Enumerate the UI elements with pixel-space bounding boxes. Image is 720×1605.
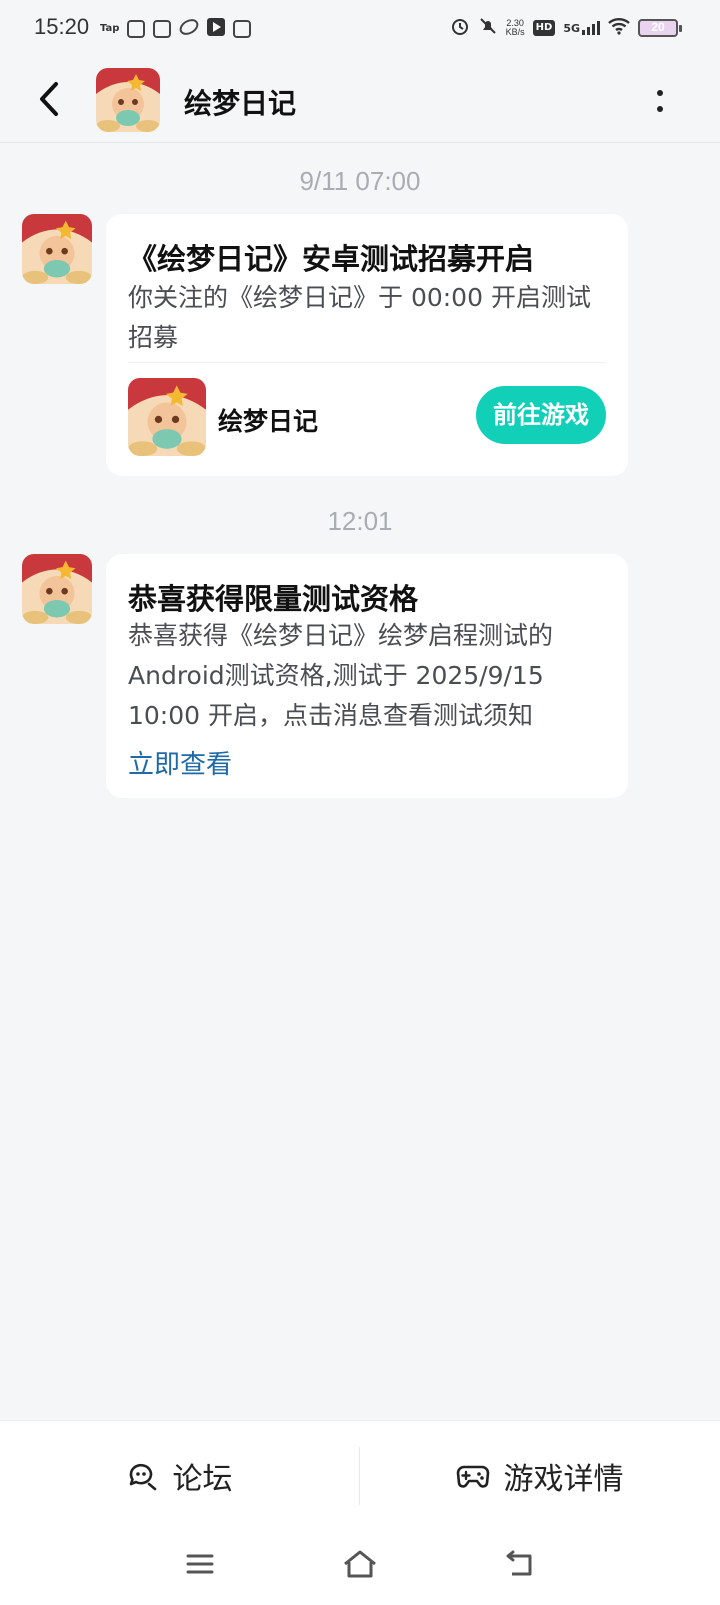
menu-icon — [186, 1554, 214, 1574]
network-speed: 2.30 KB/s — [505, 18, 525, 37]
status-bar: 15:20 Tap 2.30 KB/s HD 5G 20 — [0, 0, 720, 56]
message-card[interactable]: 《绘梦日记》安卓测试招募开启 你关注的《绘梦日记》于 00:00 开启测试招募 … — [106, 214, 628, 476]
game-avatar[interactable] — [96, 68, 160, 132]
game-icon[interactable] — [128, 378, 206, 456]
status-time: 15:20 — [34, 14, 90, 39]
grid-app-icon — [127, 20, 146, 38]
battery-icon: 20 — [638, 19, 682, 37]
back-nav-button[interactable] — [495, 1544, 545, 1584]
tab-forum[interactable]: 论坛 — [0, 1421, 359, 1531]
game-name: 绘梦日记 — [218, 407, 319, 436]
gamepad-icon — [456, 1465, 489, 1488]
wifi-icon — [608, 17, 630, 39]
message-title: 《绘梦日记》安卓测试招募开启 — [128, 242, 535, 276]
message-body: 恭喜获得《绘梦日记》绘梦启程测试的Android测试资格,测试于 2025/9/… — [128, 621, 554, 730]
more-vertical-icon — [657, 90, 663, 112]
message-body: 你关注的《绘梦日记》于 00:00 开启测试招募 — [128, 283, 591, 352]
inbox-icon — [153, 20, 172, 38]
message-title: 恭喜获得限量测试资格 — [128, 582, 419, 616]
bottom-tabbar: 论坛 游戏详情 — [0, 1420, 720, 1531]
forum-chat-icon — [129, 1463, 156, 1491]
system-icons: 2.30 KB/s HD 5G 20 — [450, 16, 682, 40]
notification-icons: Tap — [100, 18, 252, 40]
network-type: 5G — [563, 22, 580, 35]
tab-game-details[interactable]: 游戏详情 — [360, 1421, 719, 1531]
message-timestamp: 9/11 07:00 — [299, 166, 421, 196]
back-button[interactable] — [28, 76, 74, 122]
leaf-icon — [179, 18, 199, 40]
tap-icon: Tap — [100, 23, 120, 34]
tab-forum-label: 论坛 — [172, 1462, 233, 1497]
card-divider — [128, 362, 606, 363]
vivo-icon — [233, 20, 252, 38]
hd-icon: HD — [532, 20, 556, 36]
sender-avatar[interactable] — [22, 554, 92, 624]
mute-icon — [478, 16, 498, 40]
chat-header: 绘梦日记 — [0, 56, 720, 143]
chevron-left-icon — [40, 82, 58, 116]
alarm-icon — [450, 16, 470, 40]
home-nav-button[interactable] — [335, 1544, 385, 1584]
view-now-link[interactable]: 立即查看 — [128, 744, 232, 781]
page-title: 绘梦日记 — [184, 87, 297, 120]
menu-nav-button[interactable] — [175, 1544, 225, 1584]
message-timestamp: 12:01 — [327, 506, 393, 536]
return-icon — [506, 1550, 532, 1576]
more-button[interactable] — [640, 78, 680, 124]
tab-game-details-label: 游戏详情 — [503, 1462, 624, 1497]
system-nav-bar — [0, 1530, 720, 1605]
go-to-game-button[interactable]: 前往游戏 — [476, 386, 606, 444]
signal-icon: 5G — [563, 21, 600, 35]
home-icon — [344, 1550, 376, 1578]
message-card[interactable]: 恭喜获得限量测试资格 恭喜获得《绘梦日记》绘梦启程测试的Android测试资格,… — [106, 554, 628, 798]
play-icon — [207, 18, 226, 40]
sender-avatar[interactable] — [22, 214, 92, 284]
